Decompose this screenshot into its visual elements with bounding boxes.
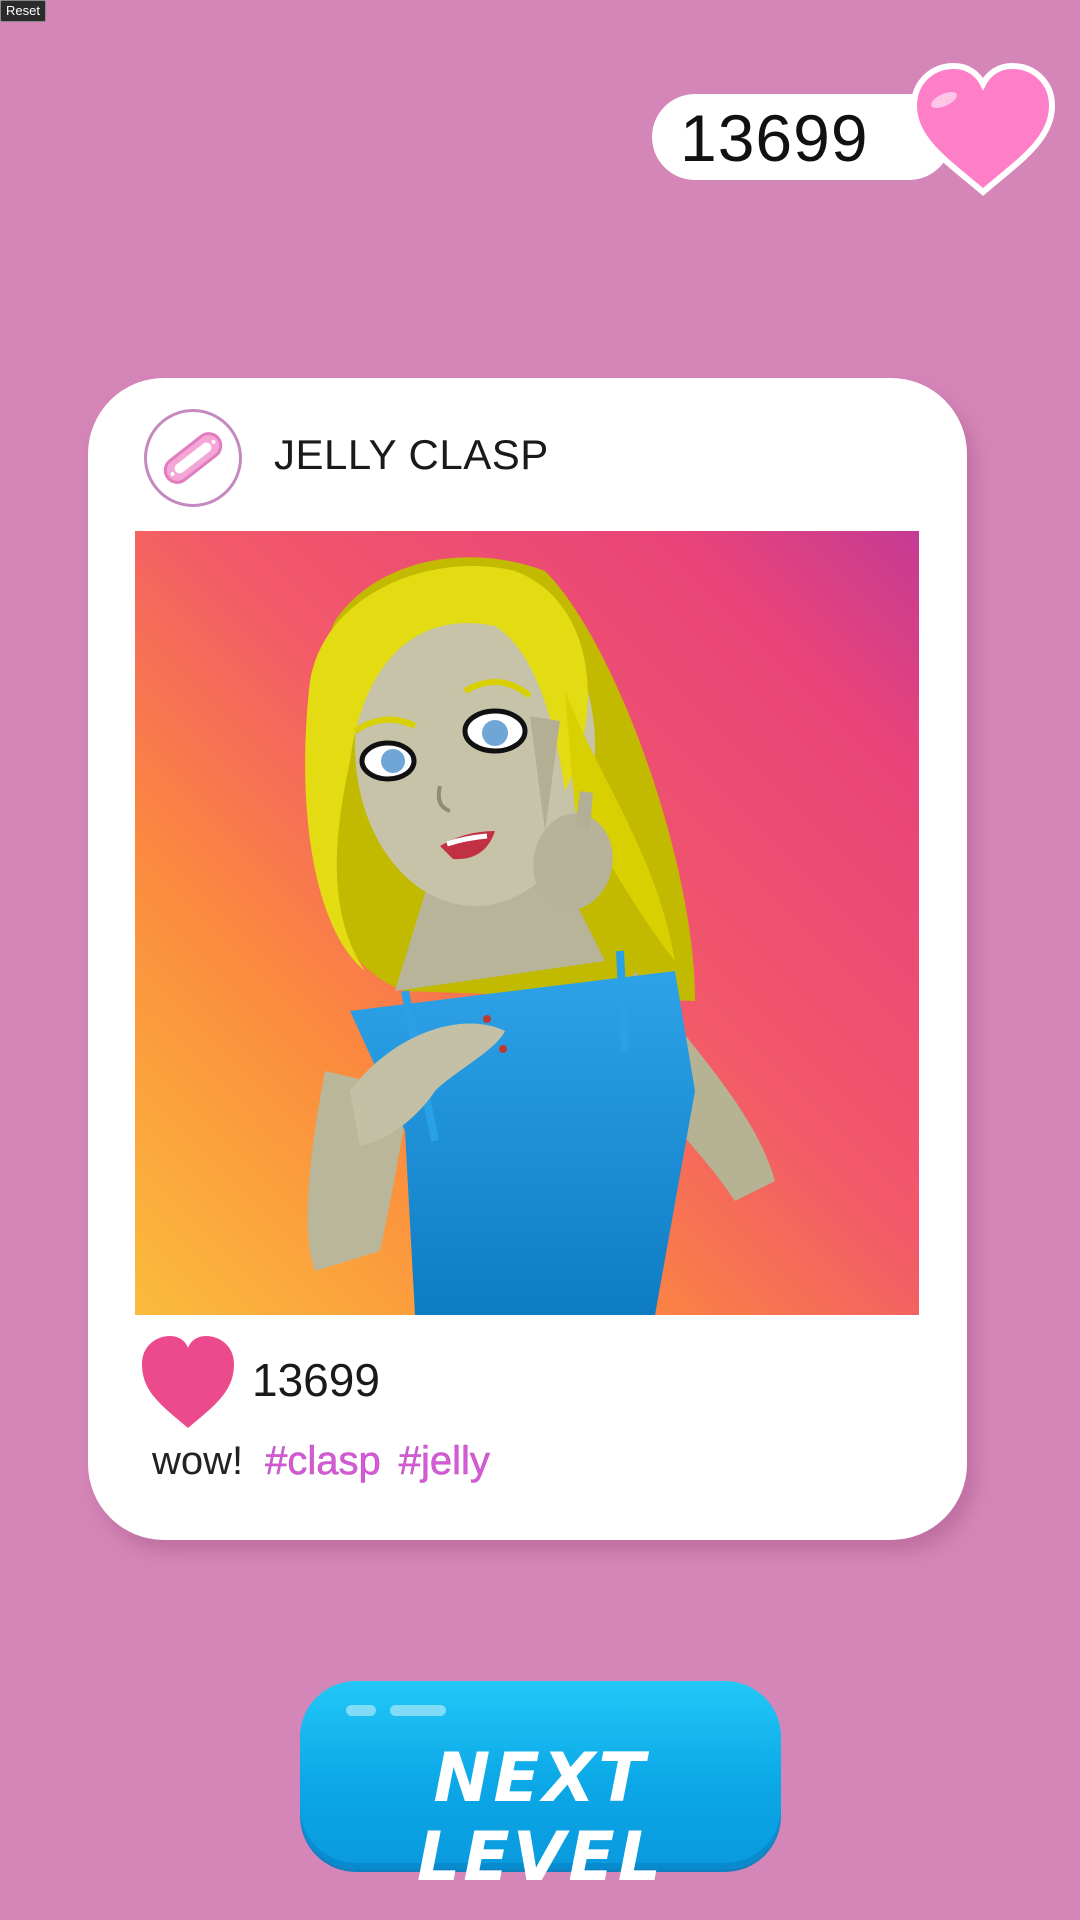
avatar: [144, 409, 242, 507]
reset-button[interactable]: Reset: [0, 0, 46, 22]
button-gloss: [390, 1705, 446, 1716]
post-caption: wow! #clasp #jelly: [152, 1436, 508, 1486]
character-photo: [135, 531, 919, 1315]
like-heart-icon[interactable]: [140, 1334, 236, 1430]
hashtag-clasp[interactable]: #clasp: [265, 1439, 381, 1484]
next-level-button[interactable]: NEXT LEVEL: [300, 1681, 781, 1897]
like-count: 13699: [252, 1354, 380, 1406]
score-counter: 13699: [680, 101, 869, 175]
jelly-clasp-icon: [163, 432, 223, 484]
post-username: JELLY CLASP: [274, 431, 549, 478]
button-gloss: [346, 1705, 376, 1716]
hashtag-jelly[interactable]: #jelly: [399, 1439, 491, 1484]
caption-word: wow!: [152, 1439, 244, 1483]
next-level-label: NEXT LEVEL: [416, 1739, 665, 1897]
heart-icon: [910, 62, 1056, 196]
